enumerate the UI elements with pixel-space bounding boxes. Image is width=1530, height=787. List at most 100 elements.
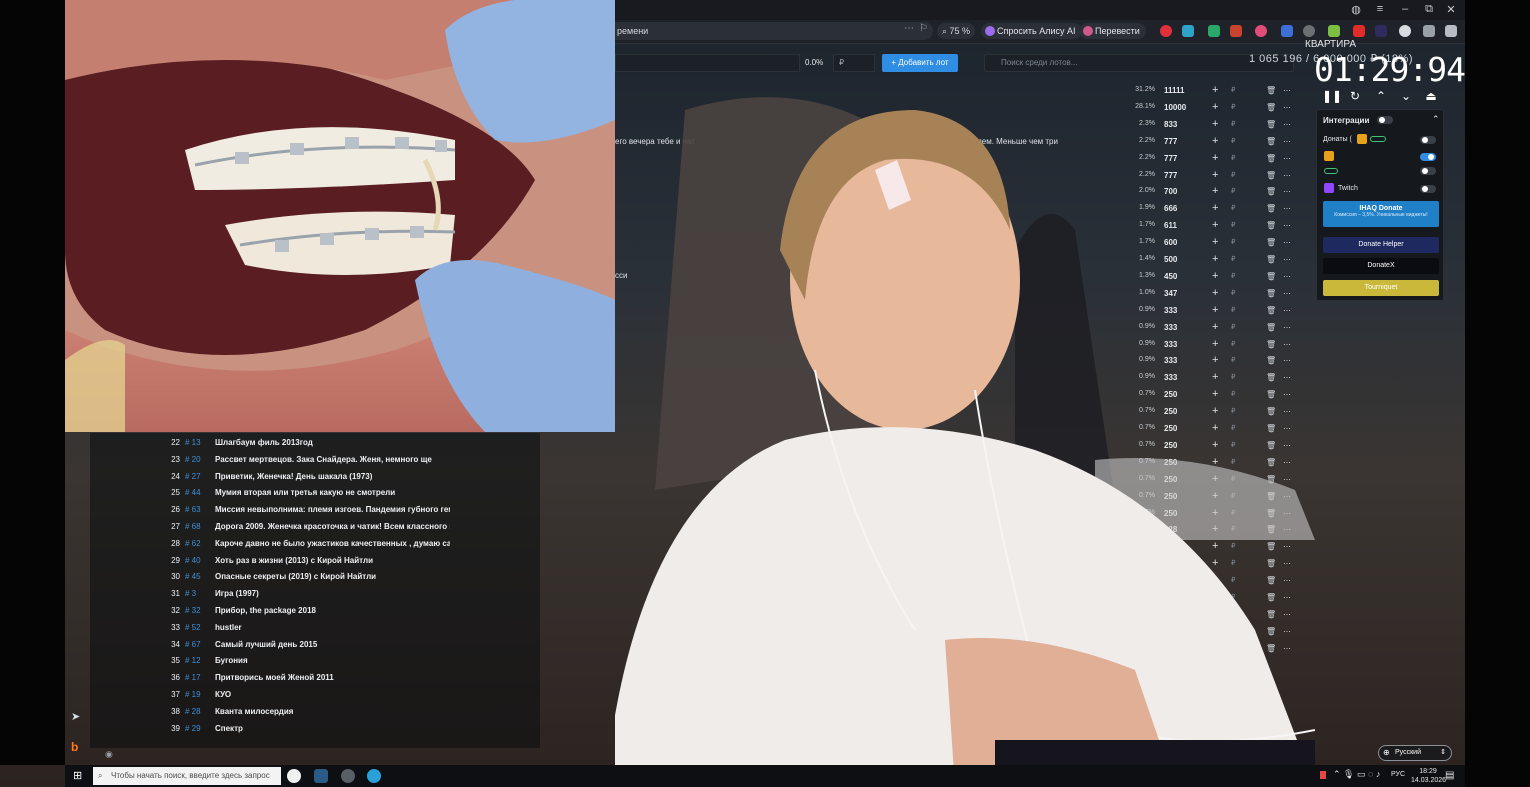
movie-title: Прибор, the package 2018 [215, 606, 316, 615]
streamelements-icon [1370, 136, 1386, 142]
movie-title: КУО [215, 690, 232, 699]
streamer-illustration [615, 97, 1315, 787]
movie-title: Опасные секреты (2019) с Кирой Найтли [215, 572, 377, 582]
yandex-browser-icon[interactable] [287, 769, 301, 783]
movie-id: # 29 [185, 723, 201, 733]
input-language[interactable]: РУС [1391, 771, 1405, 778]
chevron-up-icon[interactable]: ⌃ [1373, 89, 1389, 103]
clock-time: 18:29 [1419, 768, 1437, 775]
clock-date: 14.03.2026 [1411, 777, 1447, 784]
translate-label: Перевести [1095, 26, 1140, 36]
timer-title: КВАРТИРА [1305, 39, 1357, 50]
hair-strand [65, 340, 125, 432]
movie-title: Спектр [215, 723, 243, 733]
movie-rank: 34 [171, 639, 180, 649]
chevron-down-icon[interactable]: ⌄ [1398, 89, 1414, 103]
timer-display: 01:29:94 [1314, 50, 1466, 89]
address-bar[interactable]: ремени [615, 22, 933, 40]
chevron-updown-icon: ⇕ [1440, 749, 1446, 756]
movie-rank: 33 [171, 622, 180, 632]
eye-icon[interactable]: ◉ [105, 749, 113, 760]
extension-puzzle-icon[interactable] [1230, 25, 1242, 37]
zoom-indicator[interactable]: ⌕ 75 % [937, 23, 976, 39]
download-icon[interactable] [1328, 25, 1340, 37]
braces-photo [65, 0, 615, 432]
telegram-taskbar-icon[interactable] [367, 769, 381, 783]
movie-rank: 35 [171, 656, 180, 666]
movie-id: # 12 [185, 656, 201, 666]
bookmark-icon[interactable]: ⚐ [919, 23, 928, 34]
obs-icon[interactable] [341, 769, 355, 783]
extension-pink-icon[interactable] [1255, 25, 1267, 37]
movie-rank: 32 [171, 606, 180, 615]
right-border [1465, 0, 1530, 787]
windows-start-icon[interactable]: ⊞ [73, 769, 82, 782]
iha-donate-button[interactable]: IHAQ Donate Комиссия – 3,5%. Уникальные … [1323, 201, 1439, 227]
tray-app-icon[interactable] [1320, 771, 1326, 779]
tourniquet-button[interactable]: Tourniquet [1323, 280, 1439, 296]
chevron-up-icon[interactable]: ⌃ [1432, 114, 1440, 125]
clock[interactable]: 18:29 14.03.2026 [1411, 767, 1447, 785]
donaty-toggle[interactable] [1420, 136, 1436, 144]
extension-navy-icon[interactable] [1281, 25, 1293, 37]
donaty-label: Донаты ( [1323, 136, 1352, 143]
movie-title: Хоть раз в жизни (2013) с Кирой Найтли [215, 555, 373, 565]
twitch-label: Twitch [1338, 185, 1358, 192]
more-icon[interactable]: ⋯ [904, 23, 914, 34]
close-icon[interactable]: ✕ [1443, 3, 1459, 16]
extension-grey-icon[interactable] [1303, 25, 1315, 37]
browser-profile-icon[interactable]: ◍ [1348, 3, 1364, 16]
youtube-icon[interactable] [1353, 25, 1365, 37]
browser-titlebar: ◍ ≡ – ⧉ ✕ [615, 0, 1465, 20]
extension-green-icon[interactable] [1208, 25, 1220, 37]
menu-icon[interactable]: ≡ [1372, 3, 1388, 15]
reset-icon[interactable]: ↻ [1347, 89, 1363, 103]
movie-title: Приветик, Женечка! День шакала (1973) [215, 471, 373, 481]
movie-rank: 31 [171, 589, 180, 599]
donate-helper-button[interactable]: Donate Helper [1323, 237, 1439, 253]
donatex-button[interactable]: DonateX [1323, 258, 1439, 274]
movie-id: # 40 [185, 555, 201, 565]
restore-icon[interactable]: ⧉ [1421, 3, 1437, 16]
movie-id: # 45 [185, 572, 201, 582]
movie-title: Притворись моей Женой 2011 [215, 673, 334, 683]
app-b-icon[interactable]: b [71, 740, 78, 754]
steam-icon[interactable] [314, 769, 328, 783]
extension-red-icon[interactable] [1160, 25, 1172, 37]
movie-id: # 52 [185, 622, 201, 632]
extension-blue-icon[interactable] [1182, 25, 1194, 37]
movie-rank: 24 [171, 471, 180, 481]
movie-rank: 27 [171, 522, 180, 531]
streamelements-toggle[interactable] [1420, 167, 1436, 175]
tray-icons[interactable]: ⌃ 🎙 ▭ ◌ ♪ [1333, 769, 1380, 780]
twitch-toggle[interactable] [1420, 185, 1436, 193]
ask-alice-button[interactable]: Спросить Алису AI [981, 23, 1082, 39]
left-border [0, 0, 65, 765]
movie-id: # 67 [185, 639, 201, 649]
movie-id: # 63 [185, 505, 201, 515]
taskbar-search[interactable]: ⌕ Чтобы начать поиск, введите здесь запр… [93, 767, 281, 785]
movie-title: Миссия невыполнима: племя изгоев. Пандем… [215, 505, 450, 515]
integrations-toggle[interactable] [1377, 116, 1393, 124]
translate-button[interactable]: Перевести [1079, 23, 1146, 39]
notifications-icon[interactable]: ▤ [1445, 770, 1454, 781]
webcam-feed [615, 70, 1315, 787]
collapse-icon[interactable]: ⏏ [1423, 89, 1439, 103]
donationalerts-toggle[interactable] [1420, 153, 1436, 161]
language-select[interactable]: ⊕ Русский ⇕ [1378, 745, 1452, 761]
search-icon: ⌕ [98, 771, 103, 780]
minimize-icon[interactable]: – [1397, 3, 1413, 15]
movie-rank: 26 [171, 505, 180, 515]
streamelements-icon [1324, 168, 1338, 174]
extension-chat-icon[interactable] [1423, 25, 1435, 37]
movie-title: Рассвет мертвецов. Зака Снайдера. Женя, … [215, 454, 432, 464]
telegram-icon[interactable]: ➤ [71, 710, 80, 723]
movie-rank: 23 [171, 454, 180, 464]
pause-icon[interactable]: ❚❚ [1322, 89, 1342, 103]
extension-dark-icon[interactable] [1375, 25, 1387, 37]
movie-id: # 44 [185, 488, 201, 498]
movie-id: # 28 [185, 706, 201, 716]
share-icon[interactable] [1445, 25, 1457, 37]
extension-white-icon[interactable] [1399, 25, 1411, 37]
movie-id: # 20 [185, 454, 201, 464]
